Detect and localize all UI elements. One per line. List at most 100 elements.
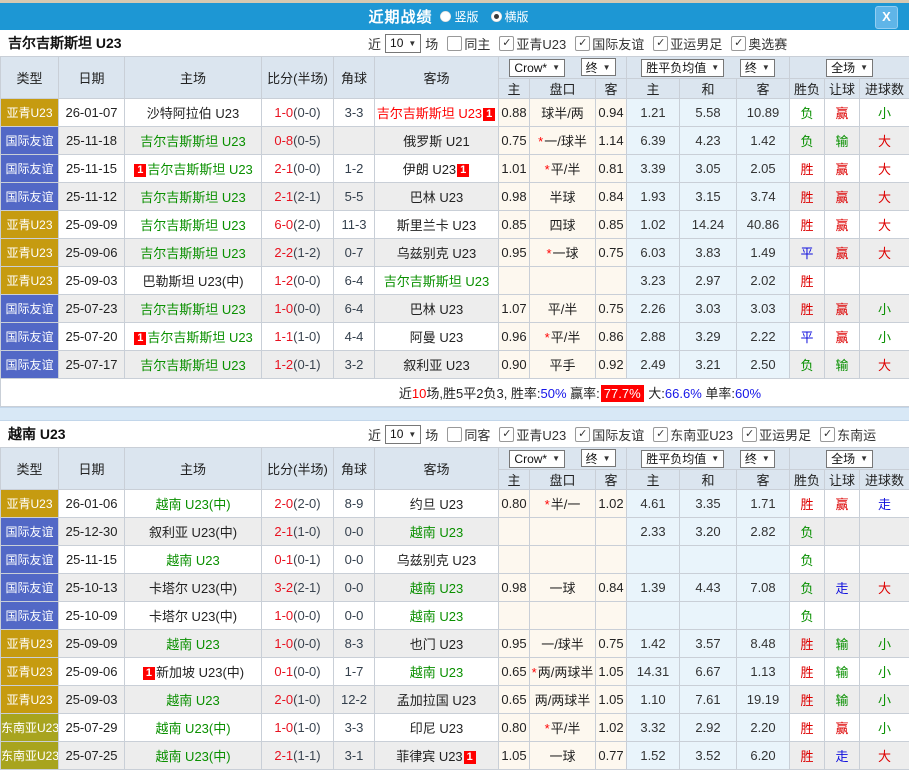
home-team-name: 吉尔吉斯斯坦 U23	[140, 246, 245, 261]
final-avg-select[interactable]: 终▼	[740, 450, 775, 468]
odds-away: 0.86	[596, 323, 627, 351]
odds-home	[499, 518, 530, 546]
halftime-score: (2-1)	[293, 189, 320, 204]
type-badge: 国际友谊	[1, 518, 59, 546]
result-wdl: 负	[790, 99, 825, 127]
home-team-name: 吉尔吉斯斯坦 U23	[140, 302, 245, 317]
avg-draw-odds: 2.97	[680, 267, 737, 295]
score: 0-8(0-5)	[262, 127, 334, 155]
close-button[interactable]: X	[875, 6, 898, 29]
away-team-name: 乌兹别克 U23	[397, 246, 476, 261]
league-checkbox[interactable]: ✓	[731, 36, 746, 51]
chevron-down-icon: ▼	[762, 63, 770, 72]
away-team-name: 越南 U23	[410, 525, 463, 540]
final-odds-select[interactable]: 终▼	[581, 58, 616, 76]
wdl-avg-select[interactable]: 胜平负均值▼	[641, 59, 724, 77]
odds-home: 0.98	[499, 574, 530, 602]
avg-away-odds: 2.22	[737, 323, 790, 351]
match-date: 25-09-09	[59, 211, 125, 239]
league-checkbox[interactable]: ✓	[742, 427, 757, 442]
avg-home-odds: 1.39	[627, 574, 680, 602]
avg-away-odds: 3.74	[737, 183, 790, 211]
sub-header-avg-draw: 和	[680, 470, 737, 490]
league-checkbox[interactable]: ✓	[575, 427, 590, 442]
recent-count-select[interactable]: 10▼	[385, 34, 421, 53]
league-label: 国际友谊	[592, 34, 644, 53]
home-team: 1吉尔吉斯斯坦 U23	[125, 323, 262, 351]
league-checkbox[interactable]: ✓	[653, 427, 668, 442]
recent-count-select[interactable]: 10▼	[385, 425, 421, 444]
handicap: 两/两球半	[530, 686, 596, 714]
col-header-type: 类型	[1, 448, 59, 490]
league-checkbox[interactable]: ✓	[575, 36, 590, 51]
away-team: 印尼 U23	[375, 714, 499, 742]
same-venue-checkbox[interactable]	[447, 36, 462, 51]
avg-away-odds: 2.82	[737, 518, 790, 546]
league-checkbox[interactable]: ✓	[499, 36, 514, 51]
crow-select[interactable]: Crow*▼	[509, 59, 565, 77]
avg-home-odds: 1.42	[627, 630, 680, 658]
match-date: 26-01-07	[59, 99, 125, 127]
type-badge: 国际友谊	[1, 295, 59, 323]
odds-home: 0.98	[499, 183, 530, 211]
result-goals: 大	[860, 155, 909, 183]
halftime-score: (1-0)	[293, 524, 320, 539]
layout-horizontal-radio[interactable]: 横版	[491, 8, 529, 25]
fulltime-select[interactable]: 全场▼	[826, 450, 873, 468]
corner-score: 1-2	[334, 155, 375, 183]
col-header-date: 日期	[59, 57, 125, 99]
league-checkbox[interactable]: ✓	[820, 427, 835, 442]
crow-select[interactable]: Crow*▼	[509, 450, 565, 468]
sub-header-avg-draw: 和	[680, 79, 737, 99]
sub-header-odds-away: 客	[596, 470, 627, 490]
away-team: 越南 U23	[375, 658, 499, 686]
result-wdl: 胜	[790, 686, 825, 714]
red-card-badge: 1	[134, 332, 146, 345]
score: 2-0(2-0)	[262, 490, 334, 518]
match-row: 亚青U2325-09-03越南 U232-0(1-0)12-2孟加拉国 U230…	[1, 686, 909, 714]
wdl-avg-select[interactable]: 胜平负均值▼	[641, 450, 724, 468]
halftime-score: (1-0)	[293, 329, 320, 344]
result-handicap: 输	[825, 351, 860, 379]
odds-home: 0.85	[499, 211, 530, 239]
result-wdl: 胜	[790, 658, 825, 686]
league-checkbox[interactable]: ✓	[653, 36, 668, 51]
avg-home-odds: 2.26	[627, 295, 680, 323]
final-odds-select[interactable]: 终▼	[581, 449, 616, 467]
handicap	[530, 602, 596, 630]
layout-vertical-radio[interactable]: 竖版	[440, 8, 478, 25]
type-badge: 东南亚U23	[1, 714, 59, 742]
home-team: 越南 U23(中)	[125, 490, 262, 518]
away-team: 乌兹别克 U23	[375, 546, 499, 574]
filter-games-label: 场	[425, 34, 438, 53]
odds-away	[596, 518, 627, 546]
match-date: 25-09-06	[59, 658, 125, 686]
fulltime-select[interactable]: 全场▼	[826, 59, 873, 77]
sub-header-wdl: 胜负	[790, 470, 825, 490]
handicap: 四球	[530, 211, 596, 239]
corner-score: 8-3	[334, 630, 375, 658]
away-team-name: 伊朗 U23	[403, 162, 456, 177]
same-venue-checkbox[interactable]	[447, 427, 462, 442]
home-team-name: 吉尔吉斯斯坦 U23	[140, 358, 245, 373]
final-avg-select[interactable]: 终▼	[740, 59, 775, 77]
away-team: 阿曼 U23	[375, 323, 499, 351]
league-checkbox[interactable]: ✓	[499, 427, 514, 442]
corner-score: 3-2	[334, 351, 375, 379]
fulltime-score: 1-0	[274, 301, 293, 316]
result-goals: 大	[860, 239, 909, 267]
halftime-score: (0-5)	[293, 133, 320, 148]
avg-away-odds: 1.42	[737, 127, 790, 155]
home-team-name: 吉尔吉斯斯坦 U23	[147, 162, 252, 177]
match-date: 25-11-15	[59, 155, 125, 183]
section-team-name: 吉尔吉斯斯坦 U23	[8, 33, 122, 53]
type-badge: 国际友谊	[1, 127, 59, 155]
early-odds-star: *	[545, 162, 550, 177]
avg-home-odds: 1.02	[627, 211, 680, 239]
home-team: 越南 U23	[125, 686, 262, 714]
away-team: 越南 U23	[375, 574, 499, 602]
away-team: 越南 U23	[375, 518, 499, 546]
home-team-name: 吉尔吉斯斯坦 U23	[140, 218, 245, 233]
handicap: 半球	[530, 183, 596, 211]
section-vietnam-u23: 越南 U23 近10▼场同客✓亚青U23✓国际友谊✓东南亚U23✓亚运男足✓东南…	[0, 421, 909, 770]
